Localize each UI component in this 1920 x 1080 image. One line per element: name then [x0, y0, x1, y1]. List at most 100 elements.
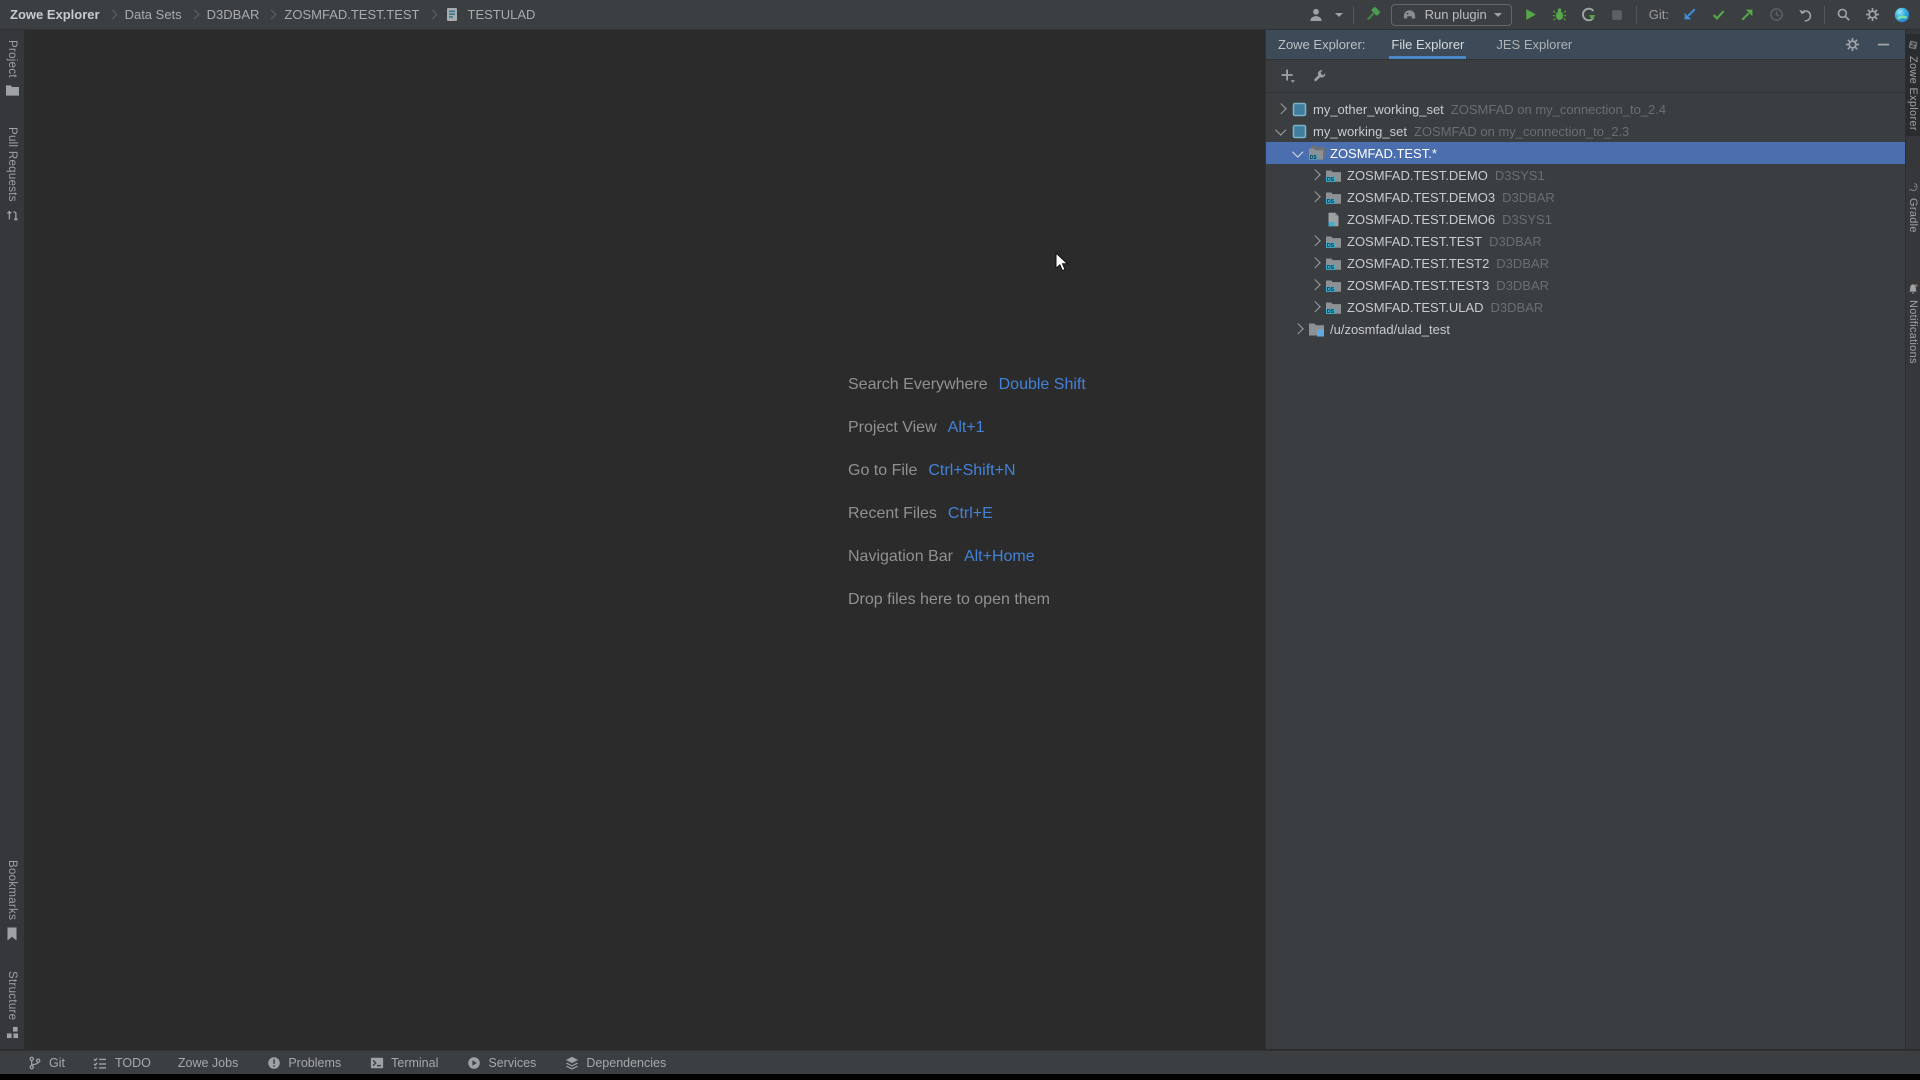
- status-bar-item-services[interactable]: Services: [465, 1054, 536, 1071]
- breadcrumb-separator-icon: [267, 10, 277, 20]
- chevron-down-icon[interactable]: [1272, 129, 1289, 134]
- run-icon[interactable]: [1522, 6, 1539, 23]
- tree-row[interactable]: /u/zosmfad/ulad_test: [1266, 318, 1905, 340]
- tab-file-explorer[interactable]: File Explorer: [1389, 30, 1466, 59]
- tree-node-detail: D3DBAR: [1489, 234, 1542, 249]
- settings-icon[interactable]: [1845, 37, 1860, 52]
- tool-window-button-structure[interactable]: Structure: [6, 971, 19, 1039]
- chevron-right-icon[interactable]: [1306, 259, 1323, 267]
- toolbar-divider: [1636, 6, 1637, 24]
- tree-row[interactable]: DS ZOSMFAD.TEST.ULAD D3DBAR: [1266, 296, 1905, 318]
- chevron-right-icon[interactable]: [1306, 237, 1323, 245]
- working-set-icon: [1289, 102, 1310, 117]
- chevron-right-icon[interactable]: [1306, 171, 1323, 179]
- breadcrumb-item[interactable]: Data Sets: [125, 7, 182, 22]
- tree-row[interactable]: DSZOSMFAD.TEST.DEMOD3SYS1: [1266, 164, 1905, 186]
- run-configuration-select[interactable]: Run plugin: [1391, 4, 1512, 26]
- tool-window-label: Project: [6, 40, 18, 78]
- tree-node-name: ZOSMFAD.TEST.ULAD: [1347, 300, 1484, 315]
- tool-window-button-zowe-explorer[interactable]: Zowe Explorer: [1906, 34, 1920, 136]
- tab-jes-explorer[interactable]: JES Explorer: [1494, 30, 1574, 59]
- tree-row[interactable]: my_working_set ZOSMFAD on my_connection_t…: [1266, 120, 1905, 142]
- breadcrumb-item[interactable]: TESTULAD: [468, 7, 536, 22]
- wrench-icon[interactable]: [1311, 68, 1328, 85]
- tool-window-button-gradle[interactable]: Gradle: [1906, 176, 1920, 238]
- tree-node-name: ZOSMFAD.TEST.TEST2: [1347, 256, 1489, 271]
- svg-text:DS: DS: [1327, 177, 1335, 183]
- settings-icon[interactable]: [1864, 6, 1881, 23]
- tree-node-detail: D3DBAR: [1496, 278, 1549, 293]
- tool-window-button-notifications[interactable]: Notifications: [1906, 278, 1920, 369]
- tree-node-name: my_other_working_set: [1313, 102, 1444, 117]
- chevron-right-icon[interactable]: [1289, 325, 1306, 333]
- tree-row[interactable]: DSZOSMFAD.TEST.TEST2D3DBAR: [1266, 252, 1905, 274]
- ds-mask-icon: DS: [1306, 145, 1327, 161]
- tool-window-label: Structure: [6, 971, 18, 1020]
- status-bar-item-zowe-jobs[interactable]: Zowe Jobs: [178, 1056, 238, 1070]
- ide-sphere-icon[interactable]: [1893, 6, 1910, 23]
- tree-row[interactable]: DSZOSMFAD.TEST.TEST3D3DBAR: [1266, 274, 1905, 296]
- tree-node-detail: D3DBAR: [1502, 190, 1555, 205]
- status-bar-item-terminal[interactable]: Terminal: [368, 1054, 438, 1071]
- tool-window-button-project[interactable]: Project: [5, 40, 20, 97]
- breadcrumb-item[interactable]: ZOSMFAD.TEST.TEST: [284, 7, 419, 22]
- tree-row[interactable]: DSZOSMFAD.TEST.*: [1266, 142, 1905, 164]
- pull-request-icon: [5, 208, 19, 222]
- member-file-icon: [445, 7, 459, 22]
- chevron-down-icon[interactable]: [1289, 151, 1306, 156]
- mouse-cursor: [1055, 252, 1071, 274]
- status-bar-item-label: Git: [49, 1056, 65, 1070]
- breadcrumb-item[interactable]: D3DBAR: [207, 7, 260, 22]
- profiler-icon[interactable]: [1580, 6, 1597, 23]
- chevron-right-icon[interactable]: [1306, 281, 1323, 289]
- commit-icon[interactable]: [1710, 6, 1727, 23]
- status-bar-item-dependencies[interactable]: Dependencies: [563, 1054, 666, 1071]
- shortcut-hint-keys[interactable]: Alt+1: [948, 419, 985, 437]
- search-icon[interactable]: [1835, 6, 1852, 23]
- status-bar-item-problems[interactable]: Problems: [265, 1054, 341, 1071]
- add-icon[interactable]: [1279, 68, 1296, 85]
- tree-row[interactable]: my_other_working_setZOSMFAD on my_connec…: [1266, 98, 1905, 120]
- update-icon[interactable]: [1681, 6, 1698, 23]
- tree-node-name: my_working_set: [1313, 124, 1407, 139]
- ds-folder-icon: DS: [1323, 234, 1344, 249]
- tree-node-name: /u/zosmfad/ulad_test: [1330, 322, 1450, 337]
- user-dropdown-caret[interactable]: [1335, 13, 1343, 17]
- shortcut-hint-keys[interactable]: Double Shift: [999, 376, 1086, 394]
- svg-text:DS: DS: [1327, 309, 1335, 315]
- tree-node-detail: D3DBAR: [1491, 300, 1544, 315]
- minimize-icon[interactable]: [1876, 37, 1891, 52]
- editor-area: Search EverywhereDouble ShiftProject Vie…: [26, 30, 1265, 1049]
- ds-folder-icon: DS: [1323, 168, 1344, 183]
- tool-window-button-pull-requests[interactable]: Pull Requests: [5, 127, 19, 222]
- tree-row[interactable]: ZOSMFAD.TEST.DEMO6D3SYS1: [1266, 208, 1905, 230]
- tree-node-detail: ZOSMFAD on my_connection_to_2.3: [1414, 124, 1629, 139]
- chevron-right-icon[interactable]: [1272, 105, 1289, 113]
- shortcut-hint-keys[interactable]: Ctrl+E: [948, 505, 993, 523]
- build-hammer-icon[interactable]: [1364, 6, 1381, 23]
- shortcut-hint-keys[interactable]: Alt+Home: [964, 548, 1035, 566]
- ide-window: Zowe ExplorerData SetsD3DBARZOSMFAD.TEST…: [0, 0, 1920, 1080]
- debug-icon[interactable]: [1551, 6, 1568, 23]
- shortcut-hint-row: Go to FileCtrl+Shift+N: [848, 449, 1086, 492]
- status-bar-item-todo[interactable]: TODO: [92, 1054, 151, 1071]
- working-set-icon: [1289, 124, 1310, 139]
- shortcut-hint-keys[interactable]: Ctrl+Shift+N: [928, 462, 1015, 480]
- status-bar-item-label: Dependencies: [586, 1056, 666, 1070]
- tool-window-button-bookmarks[interactable]: Bookmarks: [6, 860, 18, 940]
- tree-row[interactable]: DSZOSMFAD.TEST.DEMO3D3DBAR: [1266, 186, 1905, 208]
- breadcrumb-separator-icon: [107, 10, 117, 20]
- status-bar: Git TODO Zowe Jobs Problems Terminal Services…: [0, 1050, 1920, 1074]
- tree-row[interactable]: DSZOSMFAD.TEST.TESTD3DBAR: [1266, 230, 1905, 252]
- push-icon[interactable]: [1739, 6, 1756, 23]
- breadcrumb-item[interactable]: Zowe Explorer: [10, 7, 100, 22]
- status-bar-item-git[interactable]: Git: [26, 1054, 65, 1071]
- shortcut-hint-row: Search EverywhereDouble Shift: [848, 363, 1086, 406]
- history-icon[interactable]: [1768, 6, 1785, 23]
- tree-node-name: ZOSMFAD.TEST.DEMO: [1347, 168, 1488, 183]
- user-icon[interactable]: [1308, 6, 1325, 23]
- chevron-right-icon[interactable]: [1306, 303, 1323, 311]
- stop-icon[interactable]: [1609, 6, 1626, 23]
- chevron-right-icon[interactable]: [1306, 193, 1323, 201]
- rollback-icon[interactable]: [1797, 6, 1814, 23]
